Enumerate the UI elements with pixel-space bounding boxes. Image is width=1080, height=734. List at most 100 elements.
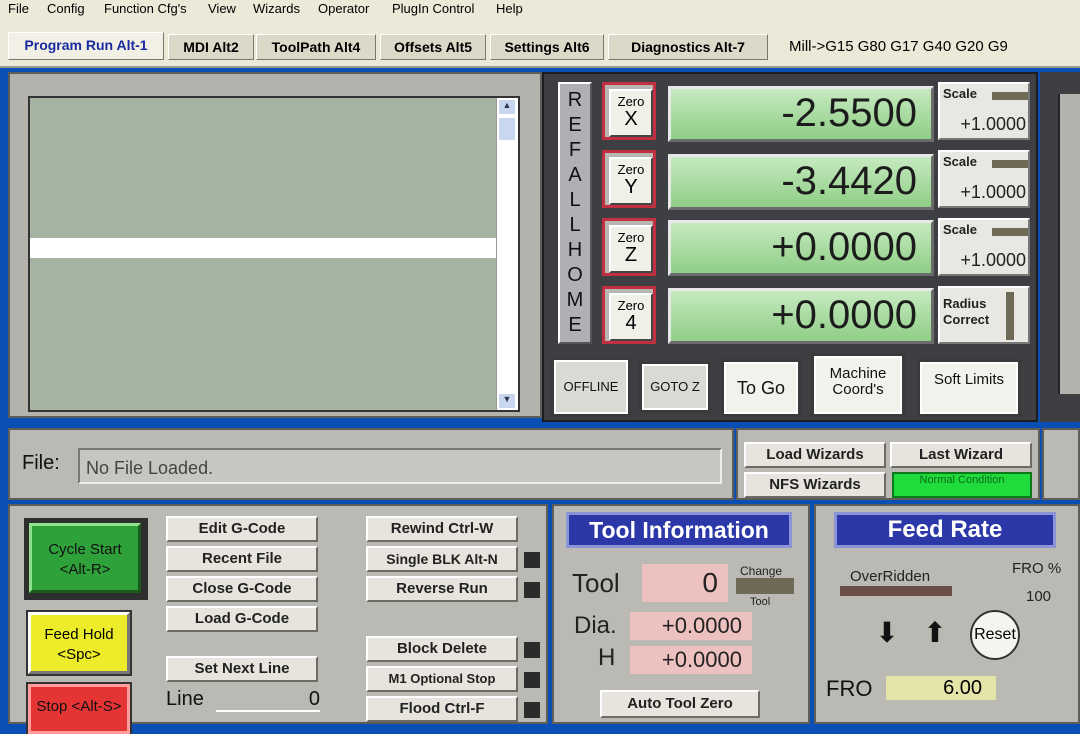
fro-reset-button[interactable]: Reset [970,610,1020,660]
flood-led [524,702,540,718]
change-label: Change [740,564,783,578]
recent-file-button[interactable]: Recent File [166,546,318,572]
fro-label: FRO [826,676,873,701]
scale-y[interactable]: Scale +1.0000 [938,150,1030,208]
line-number-field[interactable]: 0 [216,688,320,712]
zero-z-button[interactable]: Zero Z [602,218,656,276]
feed-hold-button[interactable]: Feed Hold <Spc> [26,610,132,676]
stop-button[interactable]: Stop <Alt-S> [26,682,132,734]
h-label: H [598,644,616,671]
tool-info-title: Tool Information [566,512,792,548]
line-label: Line [166,688,204,710]
zero-4-button[interactable]: Zero 4 [602,286,656,344]
goto-z-button[interactable]: GOTO Z [639,361,711,413]
offline-button[interactable]: OFFLINE [551,357,631,417]
edit-gcode-button[interactable]: Edit G-Code [166,516,318,542]
menu-config[interactable]: Config [47,1,85,16]
set-next-line-button[interactable]: Set Next Line [166,656,318,682]
block-delete-led [524,642,540,658]
wizard-panel: Load Wizards Last Wizard NFS Wizards Nor… [736,428,1040,500]
dia-field[interactable]: +0.0000 [630,612,752,640]
zero-x-button[interactable]: Zero X [602,82,656,140]
ref-all-home-button[interactable]: REF ALL HOM E [558,82,592,344]
cycle-start-frame: Cycle Start <Alt-R> [24,518,148,600]
h-field[interactable]: +0.0000 [630,646,752,674]
tab-offsets[interactable]: Offsets Alt5 [380,34,486,60]
feed-up-icon[interactable]: ⬆ [918,616,952,650]
menu-file[interactable]: File [8,1,29,16]
tab-program-run[interactable]: Program Run Alt-1 [8,32,164,60]
dro-y[interactable]: -3.4420 [668,154,934,210]
nfs-wizards-button[interactable]: NFS Wizards [744,472,886,498]
block-delete-button[interactable]: Block Delete [366,636,518,662]
tab-bar: Program Run Alt-1 MDI Alt2 ToolPath Alt4… [0,20,1080,68]
file-panel: File: No File Loaded. [8,428,734,500]
overridden-label: OverRidden [850,568,931,585]
change-tool-led[interactable] [736,578,794,594]
menu-operator[interactable]: Operator [318,1,369,16]
tool-number-field[interactable]: 0 [642,564,728,602]
menu-wizards[interactable]: Wizards [253,1,300,16]
fro-percent-value: 100 [1026,588,1052,605]
flood-button[interactable]: Flood Ctrl-F [366,696,518,722]
auto-tool-zero-button[interactable]: Auto Tool Zero [600,690,760,718]
feed-rate-panel: Feed Rate OverRidden FRO % 100 ⬇ ⬆ Reset… [814,504,1080,724]
file-path-display: No File Loaded. [78,448,722,484]
machine-coords-button[interactable]: Machine Coord's [811,353,905,417]
modal-gcode-status: Mill->G15 G80 G17 G40 G20 G9 [789,38,1008,55]
dro-x[interactable]: -2.5500 [668,86,934,142]
menu-plugin-control[interactable]: PlugIn Control [392,1,474,16]
gcode-scrollbar[interactable]: ▲ ▼ [496,98,518,410]
scroll-down-icon[interactable]: ▼ [499,394,515,408]
overridden-led [840,586,952,596]
dro-4[interactable]: +0.0000 [668,288,934,344]
scroll-thumb[interactable] [499,118,515,140]
zero-y-button[interactable]: Zero Y [602,150,656,208]
cycle-start-button[interactable]: Cycle Start <Alt-R> [29,523,141,593]
menu-help[interactable]: Help [496,1,523,16]
gcode-listing[interactable]: ▲ ▼ [28,96,520,412]
m1-optional-stop-button[interactable]: M1 Optional Stop [366,666,518,692]
dia-label: Dia. [574,612,617,639]
rewind-button[interactable]: Rewind Ctrl-W [366,516,518,542]
dro-panel: REF ALL HOM E Zero X -2.5500 Scale +1.0000… [542,72,1038,422]
tab-mdi[interactable]: MDI Alt2 [168,34,254,60]
scale-z[interactable]: Scale +1.0000 [938,218,1030,276]
change-tool-label: Tool [750,596,771,608]
scroll-up-icon[interactable]: ▲ [499,100,515,114]
fro-value-field[interactable]: 6.00 [886,676,996,700]
tab-settings[interactable]: Settings Alt6 [490,34,604,60]
status-indicator: Normal Condition [892,472,1032,498]
menu-function-cfgs[interactable]: Function Cfg's [104,1,187,16]
load-wizards-button[interactable]: Load Wizards [744,442,886,468]
tab-toolpath[interactable]: ToolPath Alt4 [256,34,376,60]
m1-optional-led [524,672,540,688]
scale-x[interactable]: Scale +1.0000 [938,82,1030,140]
menu-bar: File Config Function Cfg's View Wizards … [0,0,1080,20]
gcode-panel: ▲ ▼ [8,72,542,418]
close-gcode-button[interactable]: Close G-Code [166,576,318,602]
last-wizard-button[interactable]: Last Wizard [890,442,1032,468]
single-block-button[interactable]: Single BLK Alt-N [366,546,518,572]
dro-z[interactable]: +0.0000 [668,220,934,276]
load-gcode-button[interactable]: Load G-Code [166,606,318,632]
radius-correct-led [1006,292,1014,340]
single-block-led [524,552,540,568]
reverse-run-button[interactable]: Reverse Run [366,576,518,602]
controls-panel: Cycle Start <Alt-R> Feed Hold <Spc> Stop… [8,504,548,734]
file-label: File: [22,452,60,474]
menu-view[interactable]: View [208,1,236,16]
right-edge-panel [1040,72,1080,422]
soft-limits-button[interactable]: Soft Limits [917,359,1021,417]
tab-diagnostics[interactable]: Diagnostics Alt-7 [608,34,768,60]
feed-rate-title: Feed Rate [834,512,1056,548]
gcode-current-line-highlight [30,238,496,258]
tool-label: Tool [572,568,620,598]
tool-info-panel: Tool Information Tool 0 Change Tool Dia.… [552,504,810,724]
to-go-button[interactable]: To Go [721,359,801,417]
feed-down-icon[interactable]: ⬇ [870,616,904,650]
radius-correct-toggle[interactable]: Radius Correct [938,286,1030,344]
right-edge-wizard [1042,428,1080,500]
fro-percent-label: FRO % [1012,560,1062,577]
reverse-run-led [524,582,540,598]
